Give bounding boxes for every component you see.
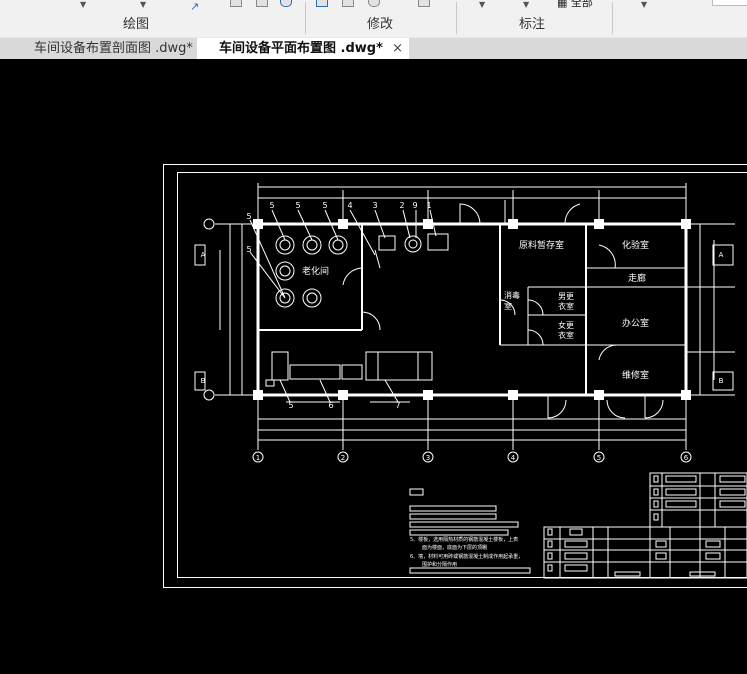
room-label-raw-storage: 原料暂存室 xyxy=(519,239,564,251)
room-label-disinfect-2: 室 xyxy=(504,301,512,311)
room-label-office: 办公室 xyxy=(622,317,649,329)
section-label-a-right: A xyxy=(719,251,724,259)
draw-group-label: 绘图 xyxy=(123,17,150,32)
dropdown-caret-icon[interactable]: ▼ xyxy=(523,0,529,9)
tab-section-drawing-label: 车间设备布置剖面图 .dwg* xyxy=(34,41,193,56)
sheet-outer-border xyxy=(163,164,747,588)
callout-2: 2 xyxy=(399,201,404,210)
note-line-2: 面为楼面，底面为下层的顶棚 xyxy=(422,544,487,551)
room-label-lab: 化验室 xyxy=(622,239,649,251)
room-label-disinfect: 消毒 xyxy=(504,290,520,300)
room-label-male: 男更 xyxy=(558,292,574,301)
callout-bottom-6: 6 xyxy=(328,401,333,410)
tab-plan-drawing[interactable]: 车间设备平面布置图 .dwg* × xyxy=(197,38,409,59)
axis-label-5: 5 xyxy=(597,454,601,462)
move-tool-icon[interactable] xyxy=(230,0,242,7)
array-tool-icon[interactable] xyxy=(418,0,430,7)
ribbon-separator xyxy=(612,2,613,34)
arc-tool-icon[interactable]: ↗ xyxy=(190,0,199,13)
fillet-tool-icon[interactable] xyxy=(368,0,380,7)
dropdown-caret-icon[interactable]: ▼ xyxy=(140,0,146,9)
dropdown-caret-icon[interactable]: ▼ xyxy=(641,0,647,9)
room-label-male-2: 衣室 xyxy=(558,301,574,311)
section-label-a-left: A xyxy=(201,251,206,259)
room-label-female-2: 衣室 xyxy=(558,330,574,340)
drawing-canvas[interactable]: 老化间 原料暂存室 化验室 走廊 办公室 维修室 消毒 室 男更 衣室 女更 衣… xyxy=(0,59,747,674)
room-label-corridor: 走廊 xyxy=(628,272,646,284)
callout-left-5b: 5 xyxy=(246,245,251,254)
callout-1: 1 xyxy=(426,201,431,210)
axis-label-6: 6 xyxy=(684,454,689,462)
trim-tool-icon[interactable] xyxy=(316,0,328,7)
document-tabbar: 车间设备布置剖面图 .dwg* 车间设备平面布置图 .dwg* × xyxy=(0,37,747,59)
callout-5c: 5 xyxy=(322,201,327,210)
annotate-group-label: 标注 xyxy=(519,17,546,32)
copy-tool-icon[interactable] xyxy=(256,0,268,7)
layer-dropdown-text: 全部 xyxy=(570,0,593,9)
section-label-b-right: B xyxy=(719,377,724,385)
axis-label-3: 3 xyxy=(426,454,430,462)
callout-4: 4 xyxy=(347,201,352,210)
callout-3: 3 xyxy=(372,201,377,210)
note-line-1: 5、楼板，选用隔热材质的钢筋混凝土楼板，上表 xyxy=(410,536,518,543)
property-input[interactable] xyxy=(712,0,747,6)
callout-left-5a: 5 xyxy=(246,212,251,221)
tab-section-drawing[interactable]: 车间设备布置剖面图 .dwg* xyxy=(10,38,219,59)
callout-bottom-5: 5 xyxy=(288,401,293,410)
note-line-4: 围护和分隔作用 xyxy=(422,561,457,568)
modify-group: 修改 xyxy=(306,0,456,37)
extend-tool-icon[interactable] xyxy=(342,0,354,7)
section-label-b-left: B xyxy=(201,377,206,385)
callout-bottom-7: 7 xyxy=(395,401,400,410)
dropdown-caret-icon[interactable]: ▼ xyxy=(479,0,485,9)
annotate-group: ▼ ▼ ▦ 全部 标注 xyxy=(457,0,612,37)
room-label-female: 女更 xyxy=(558,320,574,330)
axis-label-4: 4 xyxy=(511,454,516,462)
rotate-tool-icon[interactable] xyxy=(280,0,292,7)
axis-label-1: 1 xyxy=(256,454,260,462)
note-line-3: 6、墙，材料可用砖或钢筋混凝土制成作用起承重， xyxy=(410,553,523,560)
dropdown-caret-icon[interactable]: ▼ xyxy=(80,0,86,9)
axis-label-2: 2 xyxy=(341,454,345,462)
ribbon-toolbar: ▼ ▼ ↗ 绘图 修改 ▼ ▼ ▦ 全部 标注 ▼ xyxy=(0,0,747,38)
callout-5a: 5 xyxy=(269,201,274,210)
tab-plan-drawing-label: 车间设备平面布置图 .dwg* xyxy=(219,41,383,56)
room-label-aging: 老化间 xyxy=(302,265,329,277)
room-label-maintenance: 维修室 xyxy=(622,369,649,381)
callout-5b: 5 xyxy=(295,201,300,210)
draw-group: ▼ ▼ ↗ 绘图 xyxy=(0,0,199,37)
close-tab-icon[interactable]: × xyxy=(392,38,403,59)
modify-group-label: 修改 xyxy=(367,17,394,32)
title-block xyxy=(543,472,747,579)
callout-9: 9 xyxy=(412,201,417,210)
layer-dropdown[interactable]: ▦ 全部 xyxy=(557,0,593,10)
cad-drawing: 老化间 原料暂存室 化验室 走廊 办公室 维修室 消毒 室 男更 衣室 女更 衣… xyxy=(163,164,747,588)
